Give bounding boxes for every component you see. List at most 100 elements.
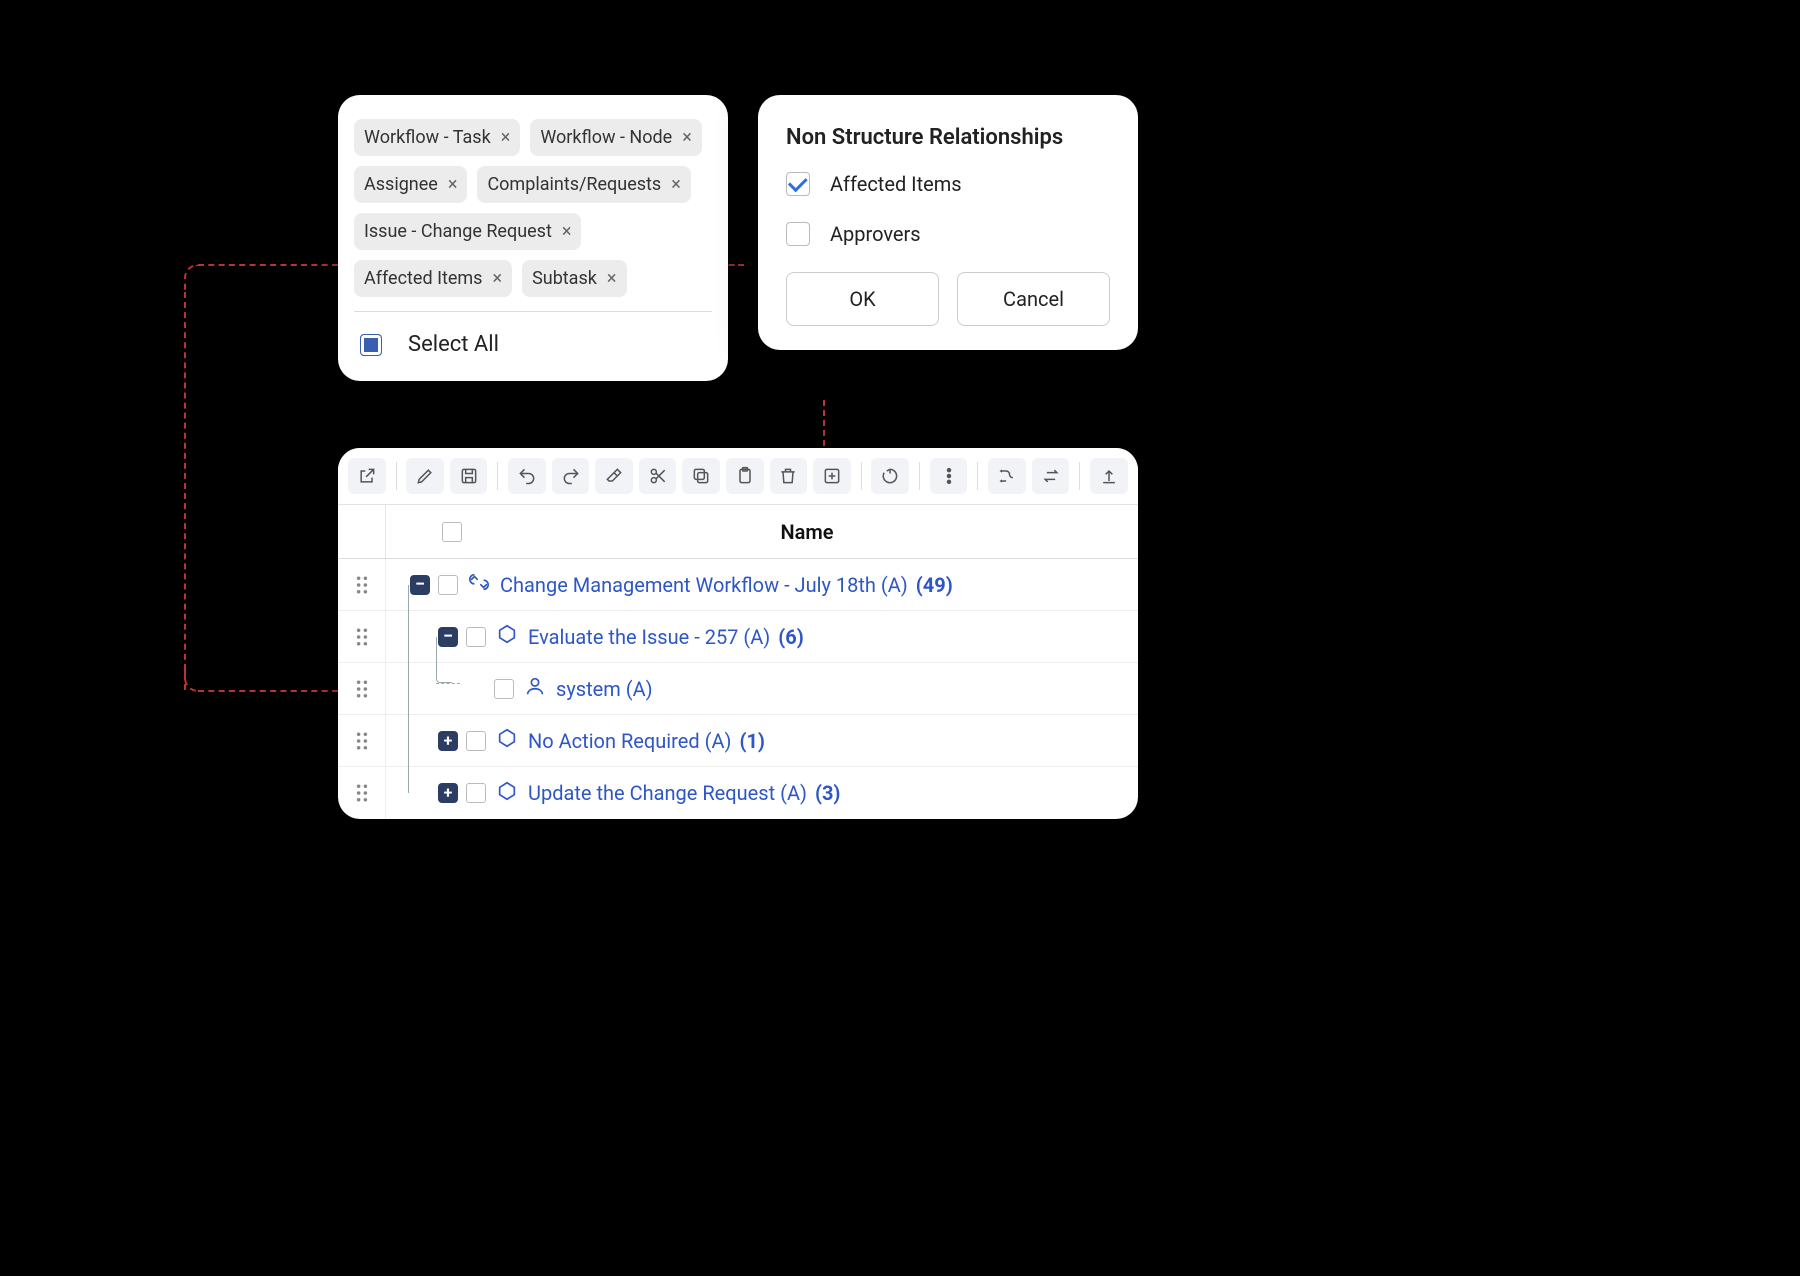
row-label[interactable]: Evaluate the Issue - 257 (A)(6) (528, 625, 804, 649)
ok-button[interactable]: OK (786, 272, 939, 326)
close-icon[interactable]: × (501, 129, 511, 147)
open-external-icon[interactable] (348, 458, 386, 494)
collapse-toggle[interactable]: − (410, 575, 430, 595)
save-icon[interactable] (450, 458, 488, 494)
row-checkbox[interactable] (466, 627, 486, 647)
relationships-title: Non Structure Relationships (786, 125, 1110, 150)
column-name-header: Name (476, 520, 1138, 544)
tree-cell: + (386, 767, 486, 819)
more-icon[interactable] (930, 458, 968, 494)
row-content: No Action Required (A)(1) (486, 727, 1138, 754)
filter-chip[interactable]: Subtask× (522, 260, 626, 297)
toolbar-separator (497, 462, 498, 490)
chip-label: Workflow - Task (364, 127, 491, 148)
drag-handle-icon[interactable] (338, 663, 386, 714)
drag-handle-icon[interactable] (338, 611, 386, 662)
header-checkbox[interactable] (442, 522, 462, 542)
relationship-option[interactable]: Approvers (786, 222, 1110, 246)
chip-label: Issue - Change Request (364, 221, 552, 242)
tree-row[interactable]: + No Action Required (A)(1) (338, 715, 1138, 767)
drag-handle-icon[interactable] (338, 715, 386, 766)
hex-icon (496, 780, 518, 807)
tree-row[interactable]: + Update the Change Request (A)(3) (338, 767, 1138, 819)
user-icon (524, 675, 546, 702)
select-all-row[interactable]: Select All (354, 311, 712, 381)
relationship-option[interactable]: Affected Items (786, 172, 1110, 196)
checkbox[interactable] (786, 222, 810, 246)
relationship-label: Approvers (830, 222, 921, 246)
toolbar-separator (396, 462, 397, 490)
close-icon[interactable]: × (562, 223, 572, 241)
tree-panel: Name − Change Management Workflow - July … (338, 448, 1138, 819)
filter-chip[interactable]: Issue - Change Request × (354, 213, 581, 250)
chip-container: Workflow - Task×Workflow - Node×Assignee… (354, 119, 712, 297)
filter-chip[interactable]: Assignee × (354, 166, 467, 203)
chip-label: Affected Items (364, 268, 482, 289)
delete-icon[interactable] (770, 458, 808, 494)
filter-chip[interactable]: Workflow - Node × (530, 119, 702, 156)
row-content: Update the Change Request (A)(3) (486, 780, 1138, 807)
close-icon[interactable]: × (682, 129, 692, 147)
edit-icon[interactable] (406, 458, 444, 494)
relationships-panel: Non Structure Relationships Affected Ite… (758, 95, 1138, 350)
chip-label: Complaints/Requests (487, 174, 661, 195)
toolbar-separator (861, 462, 862, 490)
tree-row[interactable]: system (A) (338, 663, 1138, 715)
connector-line (198, 690, 338, 692)
copy-icon[interactable] (682, 458, 720, 494)
tree-row[interactable]: − Evaluate the Issue - 257 (A)(6) (338, 611, 1138, 663)
hex-icon (496, 727, 518, 754)
row-count: (6) (778, 625, 804, 649)
cut-icon[interactable] (639, 458, 677, 494)
close-icon[interactable]: × (448, 176, 458, 194)
swap-icon[interactable] (1032, 458, 1070, 494)
row-checkbox[interactable] (494, 679, 514, 699)
connector-corner (184, 664, 198, 692)
row-label[interactable]: Update the Change Request (A)(3) (528, 781, 840, 805)
row-label[interactable]: system (A) (556, 677, 653, 701)
drag-handle-icon[interactable] (338, 559, 386, 610)
workflow-icon (468, 571, 490, 598)
flow-icon[interactable] (988, 458, 1026, 494)
redo-icon[interactable] (552, 458, 590, 494)
toolbar-separator (919, 462, 920, 490)
filter-chip[interactable]: Complaints/Requests × (477, 166, 690, 203)
drag-handle-icon[interactable] (338, 767, 386, 819)
connector-corner (184, 264, 198, 292)
toolbar-separator (977, 462, 978, 490)
toolbar (338, 448, 1138, 505)
cancel-button[interactable]: Cancel (957, 272, 1110, 326)
tree-row[interactable]: − Change Management Workflow - July 18th … (338, 559, 1138, 611)
relationship-label: Affected Items (830, 172, 962, 196)
toolbar-separator (1079, 462, 1080, 490)
undo-icon[interactable] (508, 458, 546, 494)
row-checkbox[interactable] (466, 783, 486, 803)
select-all-checkbox[interactable] (360, 334, 382, 356)
add-icon[interactable] (813, 458, 851, 494)
filter-chip[interactable]: Affected Items × (354, 260, 512, 297)
checkbox[interactable] (786, 172, 810, 196)
row-label[interactable]: Change Management Workflow - July 18th (… (500, 573, 953, 597)
chip-label: Assignee (364, 174, 438, 195)
row-count: (1) (739, 729, 765, 753)
row-checkbox[interactable] (438, 575, 458, 595)
chip-label: Workflow - Node (540, 127, 672, 148)
close-icon[interactable]: × (671, 176, 681, 194)
collapse-toggle[interactable]: − (438, 627, 458, 647)
upload-icon[interactable] (1090, 458, 1128, 494)
grid-header: Name (338, 505, 1138, 559)
revert-icon[interactable] (871, 458, 909, 494)
filter-chip[interactable]: Workflow - Task × (354, 119, 520, 156)
close-icon[interactable]: × (492, 270, 502, 288)
row-label[interactable]: No Action Required (A)(1) (528, 729, 765, 753)
expand-toggle[interactable]: + (438, 731, 458, 751)
row-count: (49) (916, 573, 953, 597)
erase-icon[interactable] (595, 458, 633, 494)
row-checkbox[interactable] (466, 731, 486, 751)
row-content: system (A) (514, 675, 1138, 702)
row-content: Change Management Workflow - July 18th (… (458, 571, 1138, 598)
row-count: (3) (815, 781, 841, 805)
expand-toggle[interactable]: + (438, 783, 458, 803)
paste-icon[interactable] (726, 458, 764, 494)
close-icon[interactable]: × (607, 270, 617, 288)
